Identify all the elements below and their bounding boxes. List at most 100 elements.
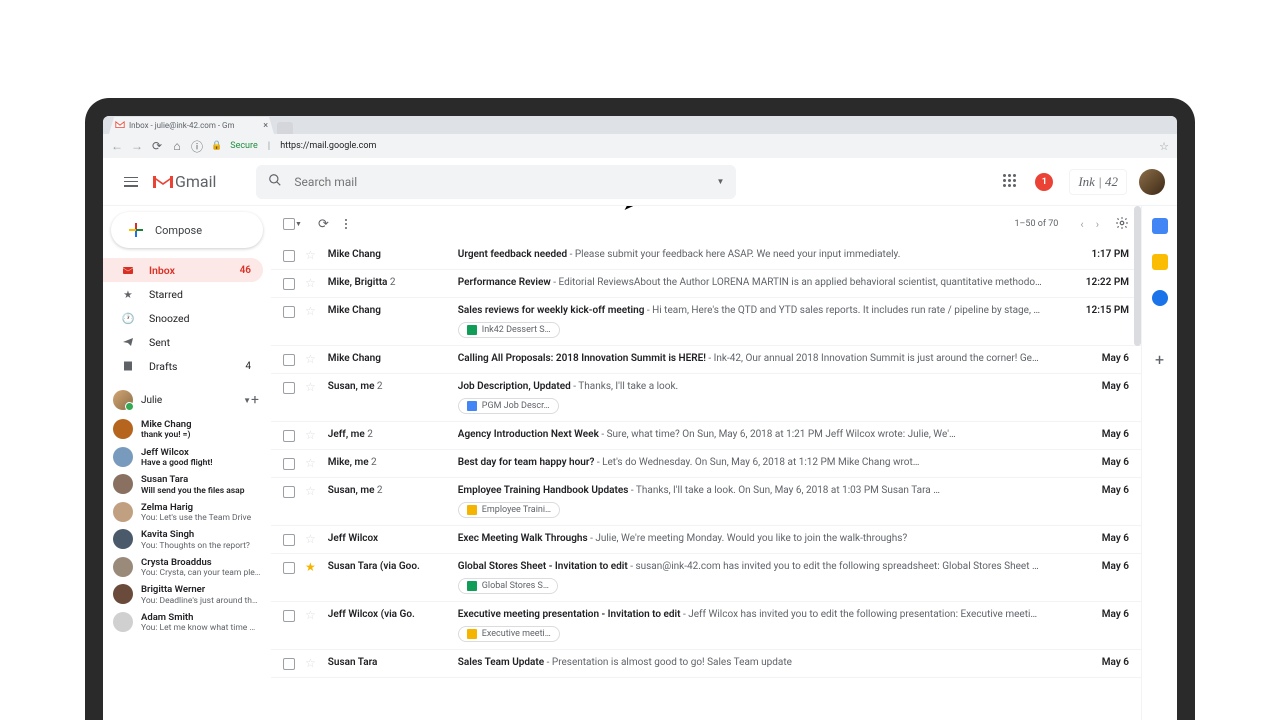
- folder-icon: [121, 265, 135, 275]
- email-row[interactable]: ☆Mike, Brigitta 2Performance Review - Ed…: [271, 270, 1141, 298]
- hangouts-me-row[interactable]: Julie ▼ +: [103, 384, 271, 416]
- star-icon[interactable]: ☆: [305, 380, 316, 394]
- email-snippet: - Please submit your feedback here ASAP.…: [567, 249, 900, 260]
- hangouts-me-avatar: [113, 390, 133, 410]
- notifications-badge[interactable]: 1: [1035, 173, 1053, 191]
- email-checkbox[interactable]: [283, 658, 295, 670]
- compose-button[interactable]: Compose: [111, 212, 263, 248]
- email-row[interactable]: ☆Jeff Wilcox (via Go.Executive meeting p…: [271, 602, 1141, 650]
- email-list[interactable]: ☆Mike ChangUrgent feedback needed - Plea…: [271, 242, 1141, 720]
- attachment-chip[interactable]: Ink42 Dessert S…: [458, 322, 560, 338]
- next-page-button[interactable]: ›: [1096, 218, 1099, 231]
- mouse-cursor: ➤: [623, 206, 635, 214]
- star-icon[interactable]: ☆: [305, 532, 316, 546]
- refresh-button[interactable]: ⟳: [318, 217, 329, 232]
- url-text[interactable]: https://mail.google.com: [280, 141, 376, 151]
- tab-close-icon[interactable]: ×: [263, 121, 268, 131]
- main-menu-button[interactable]: [115, 166, 147, 198]
- search-options-icon[interactable]: ▼: [717, 177, 725, 186]
- email-subject: Performance Review: [458, 277, 551, 288]
- scrollbar-thumb[interactable]: [1134, 242, 1141, 346]
- star-icon[interactable]: ☆: [305, 456, 316, 470]
- attachment-chip[interactable]: Executive meeti…: [458, 626, 560, 642]
- forward-button[interactable]: →: [131, 139, 143, 153]
- new-tab-button[interactable]: [277, 122, 293, 134]
- chat-item[interactable]: Kavita SinghYou: Thoughts on the report?: [103, 526, 271, 554]
- folder-drafts[interactable]: Drafts4: [103, 354, 263, 378]
- gmail-logo[interactable]: Gmail: [151, 172, 216, 191]
- compose-label: Compose: [155, 224, 202, 237]
- star-icon[interactable]: ☆: [305, 304, 316, 318]
- email-row[interactable]: ☆Susan, me 2Employee Training Handbook U…: [271, 478, 1141, 526]
- select-dropdown-icon[interactable]: ▼: [295, 220, 302, 228]
- folder-sent[interactable]: Sent: [103, 330, 263, 354]
- email-row[interactable]: ☆Susan TaraSales Team Update - Presentat…: [271, 650, 1141, 678]
- email-row[interactable]: ☆Susan, me 2Job Description, Updated - T…: [271, 374, 1141, 422]
- email-checkbox[interactable]: [283, 278, 295, 290]
- folder-snoozed[interactable]: 🕐Snoozed: [103, 306, 263, 330]
- keep-addon-icon[interactable]: [1152, 254, 1168, 270]
- chat-item[interactable]: Zelma HarigYou: Let's use the Team Drive: [103, 499, 271, 527]
- search-bar[interactable]: ▼: [256, 165, 736, 199]
- star-icon[interactable]: ☆: [305, 656, 316, 670]
- email-checkbox[interactable]: [283, 306, 295, 318]
- chat-item[interactable]: Jeff WilcoxHave a good flight!: [103, 444, 271, 472]
- attachment-chip[interactable]: Employee Traini…: [458, 502, 560, 518]
- email-row[interactable]: ☆Mike ChangSales reviews for weekly kick…: [271, 298, 1141, 346]
- email-row[interactable]: ☆Mike, me 2Best day for team happy hour?…: [271, 450, 1141, 478]
- folder-name: Inbox: [149, 264, 240, 277]
- select-all-checkbox[interactable]: [283, 218, 295, 230]
- email-checkbox[interactable]: [283, 562, 295, 574]
- email-row[interactable]: ☆Jeff WilcoxExec Meeting Walk Throughs -…: [271, 526, 1141, 554]
- chat-item[interactable]: Susan TaraWill send you the files asap: [103, 471, 271, 499]
- prev-page-button[interactable]: ‹: [1080, 218, 1083, 231]
- attachment-chip[interactable]: Global Stores S…: [458, 578, 558, 594]
- reload-button[interactable]: ⟳: [151, 139, 163, 153]
- folder-inbox[interactable]: Inbox46: [103, 258, 263, 282]
- email-checkbox[interactable]: [283, 382, 295, 394]
- email-date: May 6: [1073, 429, 1129, 440]
- attachment-chip[interactable]: PGM Job Descr…: [458, 398, 559, 414]
- account-avatar[interactable]: [1139, 169, 1165, 195]
- new-chat-button[interactable]: +: [251, 392, 259, 408]
- home-button[interactable]: ⌂: [171, 139, 183, 153]
- email-row[interactable]: ★Susan Tara (via Goo.Global Stores Sheet…: [271, 554, 1141, 602]
- email-checkbox[interactable]: [283, 458, 295, 470]
- email-date: 1:17 PM: [1073, 249, 1129, 260]
- attachment-name: PGM Job Descr…: [482, 401, 550, 411]
- star-icon[interactable]: ☆: [305, 352, 316, 366]
- back-button[interactable]: ←: [111, 139, 123, 153]
- email-checkbox[interactable]: [283, 610, 295, 622]
- chat-item[interactable]: Adam SmithYou: Let me know what time wor…: [103, 609, 271, 637]
- email-date: May 6: [1073, 533, 1129, 544]
- email-checkbox[interactable]: [283, 534, 295, 546]
- email-subject: Sales Team Update: [458, 657, 544, 668]
- bookmark-star-icon[interactable]: ☆: [1159, 140, 1169, 153]
- star-icon[interactable]: ★: [305, 560, 316, 574]
- chat-item[interactable]: Crysta BroaddusYou: Crysta, can your tea…: [103, 554, 271, 582]
- star-icon[interactable]: ☆: [305, 428, 316, 442]
- get-addons-button[interactable]: +: [1155, 350, 1164, 369]
- chat-item[interactable]: Brigitta WernerYou: Deadline's just arou…: [103, 581, 271, 609]
- google-apps-button[interactable]: [1003, 174, 1019, 190]
- email-checkbox[interactable]: [283, 250, 295, 262]
- star-icon[interactable]: ☆: [305, 608, 316, 622]
- search-input[interactable]: [294, 175, 716, 189]
- email-checkbox[interactable]: [283, 486, 295, 498]
- star-icon[interactable]: ☆: [305, 248, 316, 262]
- email-row[interactable]: ☆Mike ChangUrgent feedback needed - Plea…: [271, 242, 1141, 270]
- email-row[interactable]: ☆Mike ChangCalling All Proposals: 2018 I…: [271, 346, 1141, 374]
- email-row[interactable]: ☆Jeff, me 2Agency Introduction Next Week…: [271, 422, 1141, 450]
- tasks-addon-icon[interactable]: [1152, 290, 1168, 306]
- settings-button[interactable]: [1115, 215, 1129, 234]
- folder-starred[interactable]: ★Starred: [103, 282, 263, 306]
- browser-tab[interactable]: Inbox - julie@ink-42.com - Gm ×: [109, 117, 274, 134]
- calendar-addon-icon[interactable]: [1152, 218, 1168, 234]
- info-icon[interactable]: ⓘ: [191, 138, 203, 155]
- star-icon[interactable]: ☆: [305, 484, 316, 498]
- email-checkbox[interactable]: [283, 354, 295, 366]
- chat-item[interactable]: Mike Changthank you! =): [103, 416, 271, 444]
- email-checkbox[interactable]: [283, 430, 295, 442]
- star-icon[interactable]: ☆: [305, 276, 316, 290]
- more-actions-button[interactable]: [345, 219, 347, 229]
